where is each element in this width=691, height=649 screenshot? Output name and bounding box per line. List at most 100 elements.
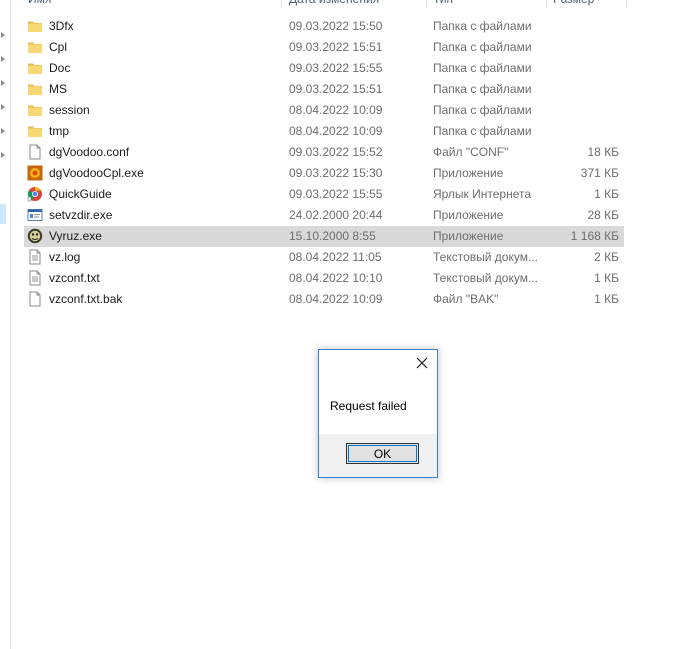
file-row[interactable]: Doc 09.03.2022 15:55 Папка с файлами xyxy=(24,58,624,79)
file-row[interactable]: dgVoodooCpl.exe 09.03.2022 15:30 Приложени… xyxy=(24,163,624,184)
file-name: session xyxy=(49,103,90,117)
file-date: 09.03.2022 15:30 xyxy=(289,166,383,180)
file-name: 3Dfx xyxy=(49,19,74,33)
text-file-icon xyxy=(27,249,43,265)
file-row[interactable]: session 08.04.2022 10:09 Папка с файлами xyxy=(24,100,624,121)
file-date: 24.02.2000 20:44 xyxy=(289,208,383,222)
file-date: 09.03.2022 15:55 xyxy=(289,187,383,201)
column-divider[interactable] xyxy=(281,0,282,8)
file-row[interactable]: vzconf.txt 08.04.2022 10:10 Текстовый доку… xyxy=(24,268,624,289)
folder-icon xyxy=(27,60,43,76)
file-name: dgVoodoo.conf xyxy=(49,145,130,159)
file-row[interactable]: vzconf.txt.bak 08.04.2022 10:09 Файл "BAK"… xyxy=(24,289,624,310)
file-date: 08.04.2022 10:09 xyxy=(289,124,383,138)
expand-chevron-icon[interactable] xyxy=(1,32,5,38)
file-type: Приложение xyxy=(433,208,504,222)
column-type-header[interactable]: Тип xyxy=(433,0,453,8)
message-dialog: Request failed OK xyxy=(318,349,438,478)
folder-icon xyxy=(27,123,43,139)
column-name-header[interactable]: Имя xyxy=(28,0,51,8)
file-type: Текстовый докум... xyxy=(433,250,538,264)
file-row[interactable]: Vyruz.exe 15.10.2000 8:55 Приложение 1 168 … xyxy=(24,226,624,247)
folder-icon xyxy=(27,39,43,55)
file-date: 09.03.2022 15:51 xyxy=(289,82,383,96)
file-row[interactable]: vz.log 08.04.2022 11:05 Текстовый докум...… xyxy=(24,247,624,268)
file-type: Папка с файлами xyxy=(433,124,532,138)
file-icon xyxy=(27,144,43,160)
close-icon[interactable] xyxy=(407,350,437,376)
app-window-icon xyxy=(27,207,43,223)
file-type: Ярлык Интернета xyxy=(433,187,532,201)
file-name: setvzdir.exe xyxy=(49,208,113,222)
file-size: 2 КБ xyxy=(594,250,619,264)
file-date: 09.03.2022 15:50 xyxy=(289,19,383,33)
expand-chevron-icon[interactable] xyxy=(1,152,5,158)
dgvoodoo-app-icon xyxy=(27,165,43,181)
file-size: 1 КБ xyxy=(594,292,619,306)
file-date: 08.04.2022 10:09 xyxy=(289,292,383,306)
file-size: 371 КБ xyxy=(580,166,619,180)
file-type: Папка с файлами xyxy=(433,19,532,33)
file-row[interactable]: QuickGuide 09.03.2022 15:55 Ярлык Интернет… xyxy=(24,184,624,205)
ok-button[interactable]: OK xyxy=(346,443,419,464)
file-size: 1 КБ xyxy=(594,271,619,285)
column-header: Имя Дата изменения Тип Размер xyxy=(10,0,630,8)
navigation-pane xyxy=(0,0,11,649)
file-type: Папка с файлами xyxy=(433,61,532,75)
column-divider[interactable] xyxy=(546,0,547,8)
file-list: 3Dfx 09.03.2022 15:50 Папка с файлами Cpl 09… xyxy=(24,16,624,310)
file-date: 08.04.2022 10:09 xyxy=(289,103,383,117)
column-divider[interactable] xyxy=(626,0,627,8)
folder-icon xyxy=(27,18,43,34)
file-type: Папка с файлами xyxy=(433,82,532,96)
expand-chevron-icon[interactable] xyxy=(1,80,5,86)
file-row[interactable]: setvzdir.exe 24.02.2000 20:44 Приложение 28… xyxy=(24,205,624,226)
file-row[interactable]: tmp 08.04.2022 10:09 Папка с файлами xyxy=(24,121,624,142)
dialog-titlebar[interactable] xyxy=(319,350,437,376)
file-date: 09.03.2022 15:51 xyxy=(289,40,383,54)
folder-icon xyxy=(27,102,43,118)
file-name: Vyruz.exe xyxy=(49,229,102,243)
expand-chevron-icon[interactable] xyxy=(1,128,5,134)
expand-chevron-icon[interactable] xyxy=(1,56,5,62)
nav-selected-item[interactable] xyxy=(0,204,6,224)
file-type: Папка с файлами xyxy=(433,103,532,117)
column-divider[interactable] xyxy=(426,0,427,8)
file-date: 08.04.2022 10:10 xyxy=(289,271,383,285)
file-name: vzconf.txt.bak xyxy=(49,292,123,306)
file-row[interactable]: Cpl 09.03.2022 15:51 Папка с файлами xyxy=(24,37,624,58)
file-date: 15.10.2000 8:55 xyxy=(289,229,376,243)
file-name: dgVoodooCpl.exe xyxy=(49,166,144,180)
file-name: MS xyxy=(49,82,67,96)
column-size-header[interactable]: Размер xyxy=(553,0,594,8)
column-date-header[interactable]: Дата изменения xyxy=(289,0,379,8)
file-date: 09.03.2022 15:52 xyxy=(289,145,383,159)
file-name: Cpl xyxy=(49,40,68,54)
file-size: 1 КБ xyxy=(594,187,619,201)
file-date: 08.04.2022 11:05 xyxy=(289,250,382,264)
file-row[interactable]: dgVoodoo.conf 09.03.2022 15:52 Файл "CONF"… xyxy=(24,142,624,163)
expand-chevron-icon[interactable] xyxy=(1,104,5,110)
file-type: Файл "CONF" xyxy=(433,145,509,159)
file-name: tmp xyxy=(49,124,70,138)
file-name: Doc xyxy=(49,61,71,75)
file-name: QuickGuide xyxy=(49,187,112,201)
file-type: Текстовый докум... xyxy=(433,271,538,285)
file-size: 18 КБ xyxy=(587,145,619,159)
file-row[interactable]: MS 09.03.2022 15:51 Папка с файлами xyxy=(24,79,624,100)
file-type: Папка с файлами xyxy=(433,40,532,54)
file-type: Приложение xyxy=(433,166,504,180)
file-name: vz.log xyxy=(49,250,81,264)
file-name: vzconf.txt xyxy=(49,271,100,285)
file-size: 28 КБ xyxy=(587,208,619,222)
internet-shortcut-icon xyxy=(27,186,43,202)
file-row[interactable]: 3Dfx 09.03.2022 15:50 Папка с файлами xyxy=(24,16,624,37)
file-type: Приложение xyxy=(433,229,504,243)
file-type: Файл "BAK" xyxy=(433,292,499,306)
file-size: 1 168 КБ xyxy=(570,229,619,243)
folder-icon xyxy=(27,81,43,97)
dialog-message: Request failed xyxy=(330,399,407,413)
file-icon xyxy=(27,291,43,307)
dialog-body: Request failed xyxy=(319,376,437,434)
vyruz-app-icon xyxy=(27,228,43,244)
